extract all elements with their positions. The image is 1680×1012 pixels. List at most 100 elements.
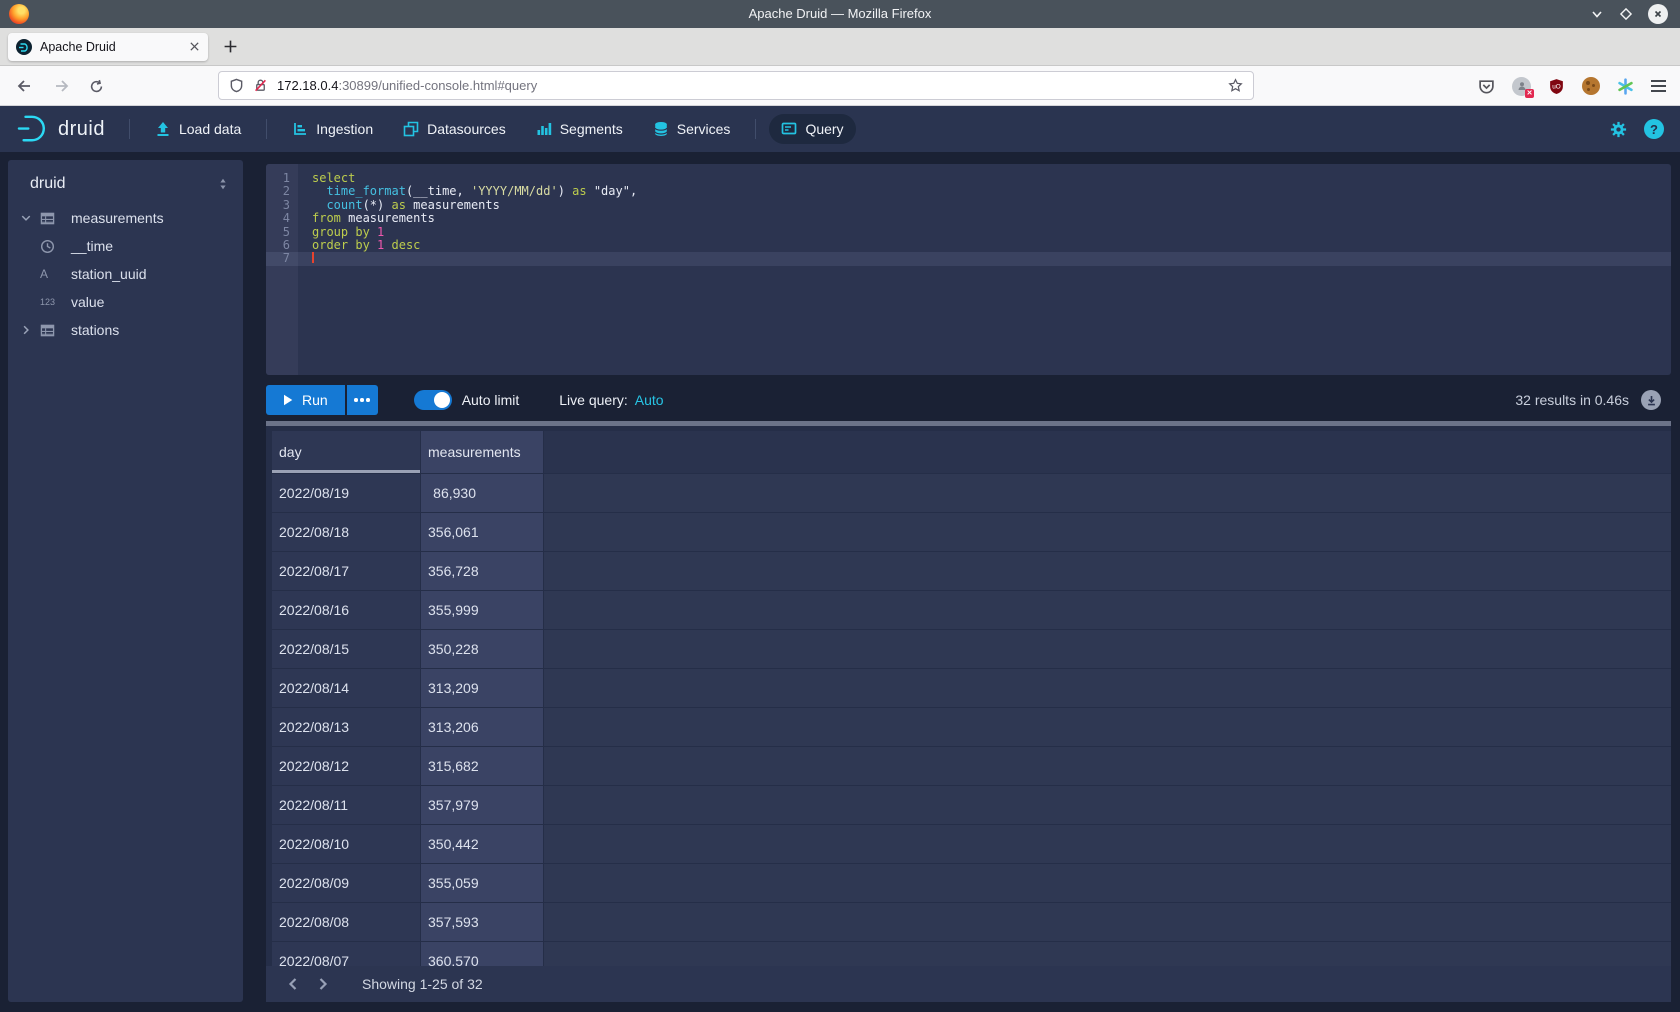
schema-tree-item-station_uuid[interactable]: Astation_uuid	[8, 260, 243, 288]
line-number: 5	[266, 226, 298, 239]
header-separator	[129, 119, 130, 139]
row-filler	[544, 786, 1671, 824]
run-more-options-button[interactable]	[347, 385, 378, 415]
cell-day[interactable]: 2022/08/19	[272, 474, 420, 512]
cell-day[interactable]: 2022/08/09	[272, 864, 420, 902]
help-icon[interactable]: ?	[1644, 119, 1664, 139]
cell-measurements[interactable]: 313,209	[421, 669, 543, 707]
druid-nav: Load data Ingestion DatasourcesSegmentsSer…	[140, 114, 859, 144]
load-data-icon	[155, 121, 171, 137]
run-button[interactable]: Run	[266, 385, 345, 415]
window-close-button[interactable]	[1648, 4, 1668, 24]
back-button[interactable]	[12, 74, 36, 98]
line-number: 7	[266, 252, 298, 265]
cell-day[interactable]: 2022/08/14	[272, 669, 420, 707]
schema-tree-item-stations[interactable]: stations	[8, 316, 243, 344]
tree-item-label: measurements	[71, 210, 164, 226]
row-filler	[544, 591, 1671, 629]
column-header-measurements[interactable]: measurements	[421, 431, 543, 473]
cell-day[interactable]: 2022/08/15	[272, 630, 420, 668]
new-tab-button[interactable]	[223, 39, 238, 54]
shield-icon[interactable]	[229, 78, 244, 93]
text-cursor	[312, 252, 314, 263]
cell-measurements[interactable]: 356,061	[421, 513, 543, 551]
window-minimize-button[interactable]	[1590, 7, 1604, 21]
extension-icon[interactable]: ✕	[1512, 77, 1531, 96]
browser-tab-apache-druid[interactable]: Apache Druid	[8, 33, 208, 61]
cell-measurements[interactable]: 313,206	[421, 708, 543, 746]
cell-day[interactable]: 2022/08/08	[272, 903, 420, 941]
datasources-icon	[403, 121, 419, 137]
bookmark-star-icon[interactable]	[1228, 78, 1243, 93]
browser-tab-bar: Apache Druid	[0, 28, 1680, 66]
url-text[interactable]: 172.18.0.4:30899/unified-console.html#qu…	[277, 78, 537, 93]
sort-double-caret-icon[interactable]	[217, 177, 229, 191]
cell-day[interactable]: 2022/08/18	[272, 513, 420, 551]
nav-item-query[interactable]: Query	[769, 114, 855, 144]
cell-day[interactable]: 2022/08/10	[272, 825, 420, 863]
sql-editor[interactable]: 1select2 time_format(__time, 'YYYY/MM/dd…	[266, 164, 1671, 375]
cell-day[interactable]: 2022/08/17	[272, 552, 420, 590]
cell-measurements[interactable]: 355,059	[421, 864, 543, 902]
druid-logo-icon[interactable]	[16, 114, 50, 144]
download-results-icon[interactable]	[1641, 390, 1661, 410]
reload-button[interactable]	[84, 74, 108, 98]
cell-measurements[interactable]: 315,682	[421, 747, 543, 785]
row-filler	[544, 630, 1671, 668]
tree-item-label: __time	[71, 238, 113, 254]
cell-measurements[interactable]: 350,442	[421, 825, 543, 863]
cell-measurements[interactable]: 355,999	[421, 591, 543, 629]
row-filler	[544, 669, 1671, 707]
next-page-button[interactable]	[308, 969, 338, 999]
nav-item-services[interactable]: Services	[641, 114, 743, 144]
cell-day[interactable]: 2022/08/13	[272, 708, 420, 746]
code-line: 6order by 1 desc	[266, 239, 1671, 252]
cell-day[interactable]: 2022/08/12	[272, 747, 420, 785]
chevron-down-icon[interactable]	[20, 212, 40, 224]
asterisk-extension-icon[interactable]	[1617, 78, 1634, 95]
cell-measurements[interactable]: 356,728	[421, 552, 543, 590]
clock-icon	[40, 239, 64, 254]
code-text: count(*) as measurements	[298, 199, 1671, 212]
cell-measurements[interactable]: 86,930	[421, 474, 543, 512]
cookie-extension-icon[interactable]	[1582, 77, 1600, 95]
nav-item-label: Load data	[179, 121, 241, 137]
insecure-lock-icon[interactable]	[253, 78, 268, 93]
nav-item-segments[interactable]: Segments	[524, 114, 635, 144]
brand-name[interactable]: druid	[58, 118, 105, 141]
nav-item-ingestion[interactable]: Ingestion	[280, 114, 385, 144]
hamburger-menu-icon[interactable]	[1651, 80, 1666, 92]
cell-day[interactable]: 2022/08/16	[272, 591, 420, 629]
nav-item-datasources[interactable]: Datasources	[391, 114, 518, 144]
cell-measurements[interactable]: 350,228	[421, 630, 543, 668]
tab-title: Apache Druid	[40, 40, 189, 54]
table-row: 2022/08/15350,228	[266, 630, 1671, 668]
code-line: 4from measurements	[266, 212, 1671, 225]
code-text: time_format(__time, 'YYYY/MM/dd') as "da…	[298, 185, 1671, 198]
forward-button[interactable]	[50, 74, 74, 98]
tab-close-icon[interactable]	[189, 41, 200, 52]
settings-gear-icon[interactable]	[1609, 120, 1628, 139]
number-icon: 123	[40, 297, 64, 307]
row-filler	[544, 708, 1671, 746]
pocket-icon[interactable]	[1478, 78, 1495, 95]
chevron-right-icon[interactable]	[20, 324, 40, 336]
table-row: 2022/08/14313,209	[266, 669, 1671, 707]
schema-tree-item-__time[interactable]: __time	[8, 232, 243, 260]
previous-page-button[interactable]	[278, 969, 308, 999]
url-bar[interactable]: 172.18.0.4:30899/unified-console.html#qu…	[218, 71, 1254, 100]
cell-measurements[interactable]: 357,979	[421, 786, 543, 824]
window-title: Apache Druid — Mozilla Firefox	[0, 0, 1680, 28]
ublock-origin-icon[interactable]: uO	[1548, 78, 1565, 95]
column-header-day[interactable]: day	[272, 431, 420, 473]
schema-tree-item-measurements[interactable]: measurements	[8, 204, 243, 232]
schema-tree-item-value[interactable]: 123value	[8, 288, 243, 316]
nav-item-load-data[interactable]: Load data	[143, 114, 253, 144]
table-horizontal-scrollbar[interactable]	[266, 421, 1671, 426]
live-query-value[interactable]: Auto	[635, 392, 664, 408]
auto-limit-toggle[interactable]	[414, 390, 452, 410]
nav-item-label: Ingestion	[316, 121, 373, 137]
cell-day[interactable]: 2022/08/11	[272, 786, 420, 824]
window-maximize-button[interactable]	[1619, 7, 1633, 21]
cell-measurements[interactable]: 357,593	[421, 903, 543, 941]
